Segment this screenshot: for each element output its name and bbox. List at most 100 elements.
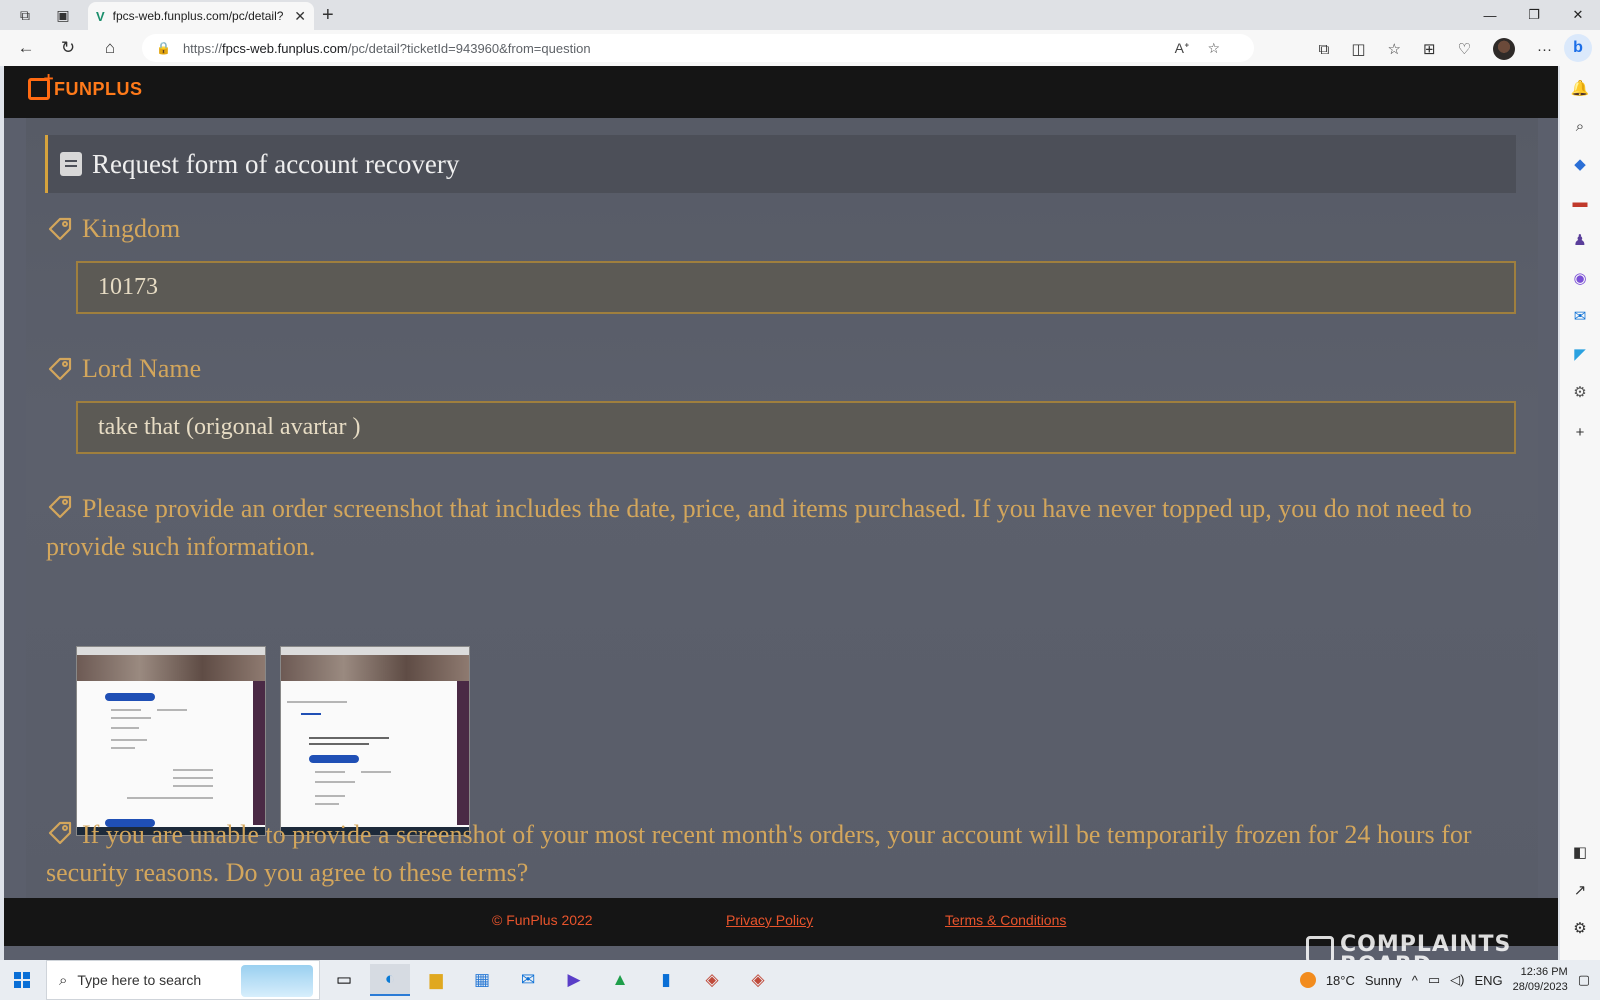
favorite-star-icon[interactable]: ☆ bbox=[1207, 40, 1220, 57]
browser-toolbar: ← ↻ ⌂ 🔒 https://fpcs-web.funplus.com/pc/… bbox=[0, 30, 1600, 66]
tag-icon bbox=[48, 495, 72, 519]
language-indicator[interactable]: ENG bbox=[1474, 973, 1502, 988]
order-screenshots bbox=[76, 646, 470, 836]
browser-tabstrip: ⧉ ▣ V fpcs-web.funplus.com/pc/detail? ✕ … bbox=[0, 0, 1600, 30]
start-button[interactable] bbox=[0, 960, 44, 1000]
minimize-icon[interactable]: — bbox=[1468, 0, 1512, 30]
search-icon: ⌕ bbox=[59, 971, 68, 989]
taskbar-clock[interactable]: 12:36 PM 28/09/2023 bbox=[1513, 965, 1568, 995]
lord-name-label: Lord Name bbox=[46, 354, 201, 384]
order-screenshot-thumbnail[interactable] bbox=[76, 646, 266, 836]
form-document-icon bbox=[60, 152, 82, 176]
lock-icon[interactable]: 🔒 bbox=[156, 41, 171, 55]
kingdom-label: Kingdom bbox=[46, 214, 180, 244]
weather-temp[interactable]: 18°C bbox=[1326, 973, 1355, 988]
search-icon[interactable]: ⌕ bbox=[1570, 116, 1590, 136]
favorites-icon[interactable]: ☆ bbox=[1388, 40, 1401, 58]
media-app-icon[interactable]: ▶ bbox=[554, 964, 594, 996]
funplus-logo-mark bbox=[28, 69, 54, 100]
windows-logo-icon bbox=[14, 972, 30, 988]
edge-taskbar-icon[interactable]: ◐ bbox=[370, 964, 410, 996]
notifications-center-icon[interactable]: ▢ bbox=[1578, 972, 1590, 988]
tag-icon bbox=[48, 357, 72, 381]
funplus-favicon: V bbox=[96, 8, 105, 24]
add-app-icon[interactable]: + bbox=[1570, 422, 1590, 442]
close-tab-icon[interactable]: ✕ bbox=[294, 8, 306, 25]
tab-title: fpcs-web.funplus.com/pc/detail? bbox=[112, 9, 284, 23]
system-tray: 18°C Sunny ^ ▭ ◁) ENG 12:36 PM 28/09/202… bbox=[1299, 960, 1590, 1000]
footer-copyright: © FunPlus 2022 bbox=[492, 912, 593, 928]
url-path: /pc/detail?ticketId=943960&from=question bbox=[347, 40, 591, 56]
game-app-icon-2[interactable]: ◈ bbox=[738, 964, 778, 996]
task-view-icon[interactable]: ▭ bbox=[324, 964, 364, 996]
form-title: Request form of account recovery bbox=[92, 148, 460, 179]
app-icon[interactable]: ⚙ bbox=[1570, 382, 1590, 402]
sidebar-hide-icon[interactable]: ◧ bbox=[1570, 842, 1590, 862]
clock-time: 12:36 PM bbox=[1520, 966, 1568, 978]
refresh-icon[interactable]: ↻ bbox=[48, 30, 88, 66]
file-explorer-icon[interactable]: ▆ bbox=[416, 964, 456, 996]
weather-text[interactable]: Sunny bbox=[1365, 973, 1402, 988]
privacy-policy-link[interactable]: Privacy Policy bbox=[726, 912, 813, 928]
tools-icon[interactable]: ▬ bbox=[1570, 192, 1590, 212]
ticket-detail: Request form of account recovery Kingdom… bbox=[26, 118, 1538, 898]
sidebar-settings-icon[interactable]: ⚙ bbox=[1570, 918, 1590, 938]
web-page: FUNPLUS Request form of account recovery… bbox=[4, 66, 1558, 960]
windows-taskbar: ⌕ Type here to search ▭ ◐ ▆ ▦ ✉ ▶ ▲ ▮ ◈ … bbox=[0, 960, 1600, 1000]
network-icon[interactable]: ▭ bbox=[1428, 972, 1440, 988]
tag-icon bbox=[48, 821, 72, 845]
restore-icon[interactable]: ❐ bbox=[1512, 0, 1556, 30]
microsoft-365-icon[interactable]: ◉ bbox=[1570, 268, 1590, 288]
extensions-icon[interactable]: ⧉ bbox=[1319, 41, 1330, 58]
back-icon[interactable]: ← bbox=[6, 30, 46, 66]
kingdom-field: 10173 bbox=[76, 261, 1516, 314]
shopping-tag-icon[interactable]: ◆ bbox=[1570, 154, 1590, 174]
workspaces-icon[interactable]: ⧉ bbox=[10, 0, 40, 30]
url-prefix: https:// bbox=[182, 40, 222, 56]
kingdom-label-text: Kingdom bbox=[82, 214, 181, 243]
chart-app-icon[interactable]: ▲ bbox=[600, 964, 640, 996]
collections-icon[interactable]: ⊞ bbox=[1423, 40, 1436, 58]
document-app-icon[interactable]: ▮ bbox=[646, 964, 686, 996]
order-screenshot-thumbnail[interactable] bbox=[280, 646, 470, 836]
bing-copilot-icon[interactable]: b bbox=[1564, 34, 1592, 62]
game-app-icon[interactable]: ◈ bbox=[692, 964, 732, 996]
weather-icon[interactable] bbox=[1299, 972, 1316, 988]
new-tab-button[interactable]: + bbox=[322, 5, 334, 25]
browser-essentials-icon[interactable]: ♡ bbox=[1458, 40, 1471, 58]
taskbar-search-placeholder: Type here to search bbox=[77, 972, 202, 988]
profile-avatar[interactable] bbox=[1493, 38, 1515, 60]
outlook-icon[interactable]: ✉ bbox=[1570, 306, 1590, 326]
order-screenshot-label: Please provide an order screenshot that … bbox=[46, 490, 1536, 566]
order-screenshot-text: Please provide an order screenshot that … bbox=[46, 494, 1472, 561]
site-header: FUNPLUS bbox=[4, 66, 1558, 118]
read-aloud-icon[interactable]: Aᐩ bbox=[1175, 40, 1190, 57]
mail-icon[interactable]: ✉ bbox=[508, 964, 548, 996]
more-icon[interactable]: ··· bbox=[1537, 41, 1552, 58]
window-controls: — ❐ ✕ bbox=[1468, 0, 1600, 30]
games-icon[interactable]: ♟ bbox=[1570, 230, 1590, 250]
toolbar-actions: ⧉ ◫ ☆ ⊞ ♡ ··· bbox=[1319, 38, 1552, 60]
form-title-bar: Request form of account recovery bbox=[45, 135, 1516, 193]
address-bar-actions: Aᐩ ☆ bbox=[1175, 40, 1220, 57]
terms-conditions-link[interactable]: Terms & Conditions bbox=[945, 912, 1066, 928]
browser-tab[interactable]: V fpcs-web.funplus.com/pc/detail? ✕ bbox=[88, 2, 314, 30]
open-external-icon[interactable]: ↗ bbox=[1570, 880, 1590, 900]
taskbar-search[interactable]: ⌕ Type here to search bbox=[46, 960, 320, 1000]
tray-chevron-icon[interactable]: ^ bbox=[1412, 973, 1418, 988]
search-highlight-image bbox=[241, 965, 313, 997]
split-screen-icon[interactable]: ◫ bbox=[1351, 40, 1365, 58]
store-icon[interactable]: ▦ bbox=[462, 964, 502, 996]
home-icon[interactable]: ⌂ bbox=[90, 30, 130, 66]
funplus-logo[interactable]: FUNPLUS bbox=[28, 69, 143, 100]
notifications-icon[interactable]: 🔔 bbox=[1570, 78, 1590, 98]
tab-actions-icon[interactable]: ▣ bbox=[48, 0, 78, 30]
clock-date: 28/09/2023 bbox=[1512, 981, 1568, 993]
freeze-terms-text: If you are unable to provide a screensho… bbox=[46, 820, 1472, 887]
address-bar[interactable]: 🔒 https://fpcs-web.funplus.com/pc/detail… bbox=[142, 34, 1254, 62]
url-host: fpcs-web.funplus.com bbox=[221, 40, 348, 56]
volume-icon[interactable]: ◁) bbox=[1450, 972, 1464, 988]
drop-icon[interactable]: ◤ bbox=[1570, 344, 1590, 364]
lord-name-label-text: Lord Name bbox=[82, 354, 202, 383]
close-window-icon[interactable]: ✕ bbox=[1556, 0, 1600, 30]
